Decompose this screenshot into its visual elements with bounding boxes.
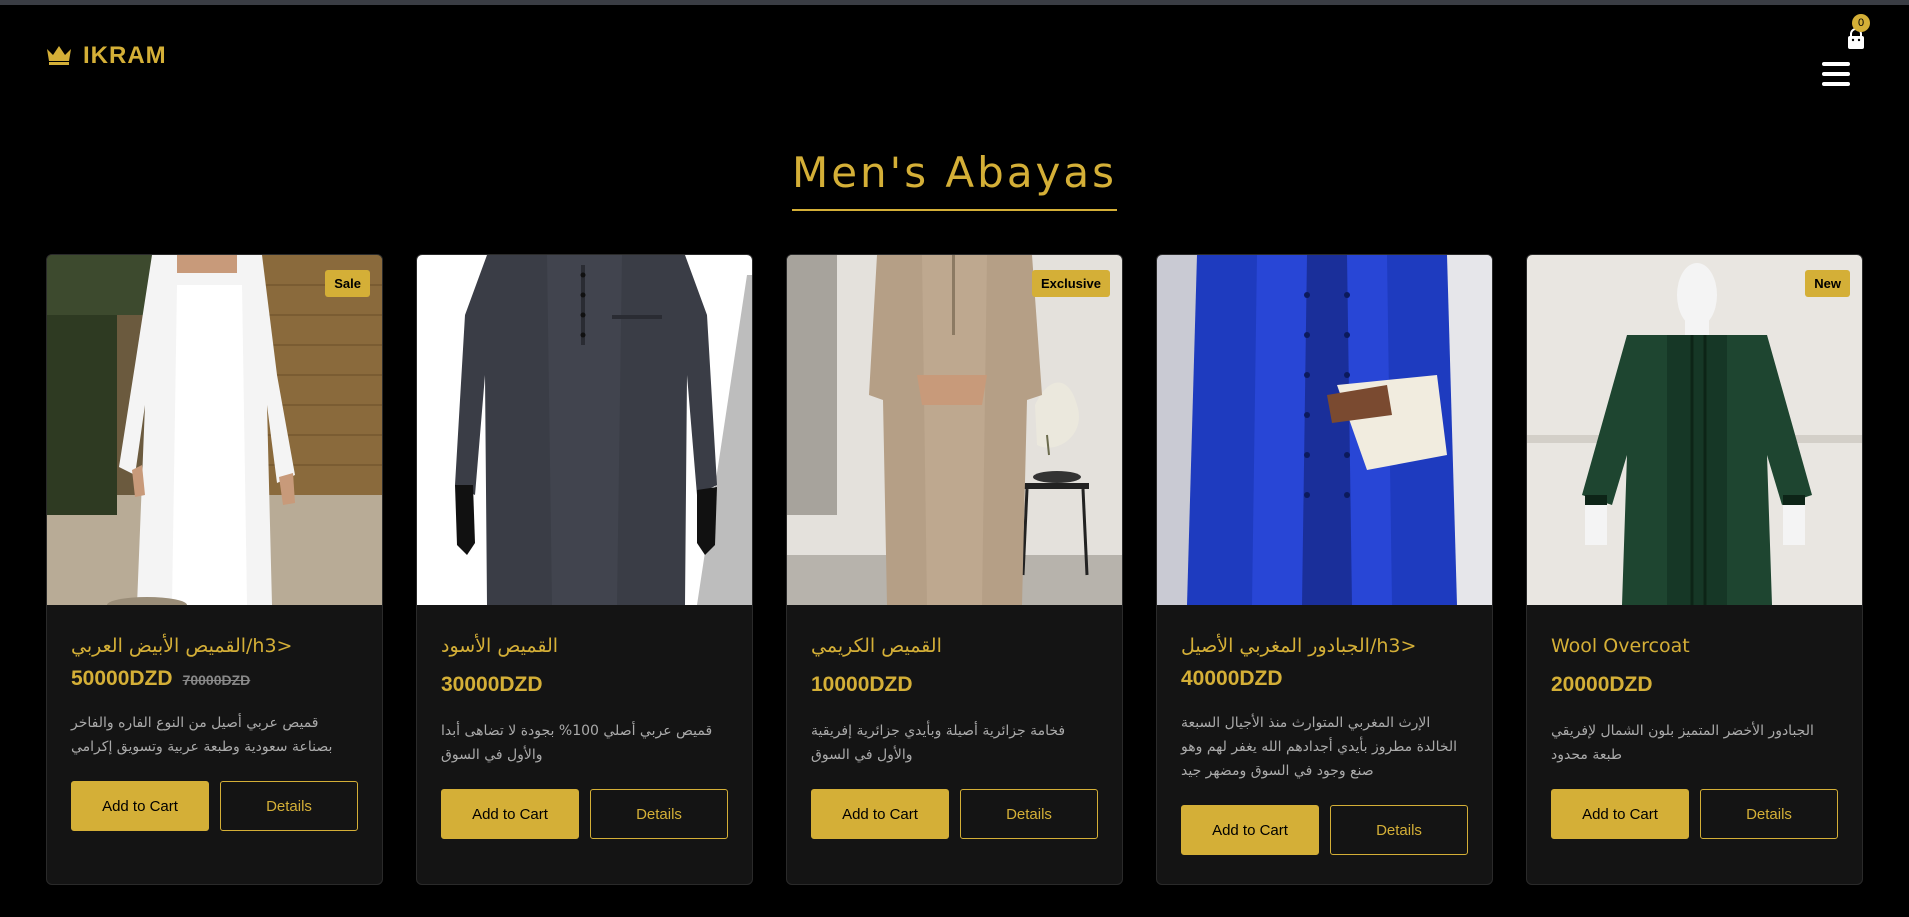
product-price: 50000DZD — [71, 667, 173, 690]
sale-badge: Sale — [325, 270, 370, 297]
product-actions: Add to Cart Details — [441, 789, 728, 839]
page-title: Men's Abayas — [791, 148, 1118, 211]
add-to-cart-button[interactable]: Add to Cart — [71, 781, 209, 831]
product-price: 30000DZD — [441, 673, 543, 696]
new-badge: New — [1805, 270, 1850, 297]
details-button[interactable]: Details — [220, 781, 358, 831]
product-info: الجبادور المغربي الأصيل/h3> 40000DZD الإ… — [1157, 605, 1492, 855]
section-heading-wrap: Men's Abayas — [0, 148, 1909, 211]
price-row: 50000DZD 70000DZD — [71, 667, 358, 691]
details-button[interactable]: Details — [1330, 805, 1468, 855]
product-description: فخامة جزائرية أصيلة وبأيدي جزائرية إفريق… — [811, 723, 1066, 763]
product-actions: Add to Cart Details — [811, 789, 1098, 839]
product-description: قميص عربي أصيل من النوع الفاره والفاخر ب… — [71, 715, 333, 755]
brand-logo[interactable]: IKRAM — [45, 42, 167, 70]
product-actions: Add to Cart Details — [71, 781, 358, 831]
product-card: New Wool Overcoat 20000DZD الجبادور الأخ… — [1526, 254, 1863, 885]
product-info: Wool Overcoat 20000DZD الجبادور الأخضر ا… — [1527, 605, 1862, 839]
product-card: Sale القميص الأبيض العربي/h3> 50000DZD 7… — [46, 254, 383, 885]
menu-bar-middle — [1822, 72, 1850, 76]
product-name[interactable]: القميص الكريمي — [811, 633, 1098, 659]
add-to-cart-button[interactable]: Add to Cart — [811, 789, 949, 839]
product-description: الإرث المغربي المتوارث منذ الأجيال السبع… — [1181, 715, 1458, 779]
details-button[interactable]: Details — [590, 789, 728, 839]
menu-bar-top — [1822, 62, 1850, 66]
product-description: الجبادور الأخضر المتميز بلون الشمال لإفر… — [1551, 723, 1814, 763]
product-actions: Add to Cart Details — [1551, 789, 1838, 839]
add-to-cart-button[interactable]: Add to Cart — [441, 789, 579, 839]
product-info: القميص الأسود 30000DZD قميص عربي أصلي 10… — [417, 605, 752, 839]
add-to-cart-button[interactable]: Add to Cart — [1551, 789, 1689, 839]
product-old-price: 70000DZD — [182, 672, 251, 688]
product-price: 40000DZD — [1181, 667, 1283, 690]
price-row: 10000DZD — [811, 673, 1098, 697]
product-name[interactable]: الجبادور المغربي الأصيل/h3> — [1181, 633, 1468, 659]
shopping-bag-icon — [1843, 28, 1869, 56]
price-row: 30000DZD — [441, 673, 728, 697]
product-image-green-overcoat[interactable]: New — [1527, 255, 1862, 605]
exclusive-badge: Exclusive — [1032, 270, 1110, 297]
product-info: القميص الكريمي 10000DZD فخامة جزائرية أص… — [787, 605, 1122, 839]
product-image-blue-djellaba[interactable] — [1157, 255, 1492, 605]
brand-name: IKRAM — [83, 42, 167, 69]
product-price: 10000DZD — [811, 673, 913, 696]
price-row: 20000DZD — [1551, 673, 1838, 697]
product-image-white-thobe[interactable]: Sale — [47, 255, 382, 605]
product-name[interactable]: القميص الأبيض العربي/h3> — [71, 633, 358, 659]
product-description: قميص عربي أصلي 100% بجودة لا تضاهى أبدا … — [441, 723, 713, 763]
product-image-black-thobe[interactable] — [417, 255, 752, 605]
add-to-cart-button[interactable]: Add to Cart — [1181, 805, 1319, 855]
product-card: القميص الأسود 30000DZD قميص عربي أصلي 10… — [416, 254, 753, 885]
hamburger-menu-icon[interactable] — [1822, 62, 1850, 86]
product-actions: Add to Cart Details — [1181, 805, 1468, 855]
top-border — [0, 0, 1909, 5]
details-button[interactable]: Details — [960, 789, 1098, 839]
cart-count-badge: 0 — [1852, 14, 1870, 32]
product-name[interactable]: Wool Overcoat — [1551, 633, 1838, 659]
details-button[interactable]: Details — [1700, 789, 1838, 839]
product-name[interactable]: القميص الأسود — [441, 633, 728, 659]
product-image-cream-thobe[interactable]: Exclusive — [787, 255, 1122, 605]
menu-bar-bottom — [1822, 82, 1850, 86]
crown-icon — [45, 43, 73, 69]
product-price: 20000DZD — [1551, 673, 1653, 696]
price-row: 40000DZD — [1181, 667, 1468, 691]
product-grid: Sale القميص الأبيض العربي/h3> 50000DZD 7… — [46, 254, 1863, 885]
product-info: القميص الأبيض العربي/h3> 50000DZD 70000D… — [47, 605, 382, 831]
product-card: Exclusive القميص الكريمي 10000DZD فخامة … — [786, 254, 1123, 885]
product-card: الجبادور المغربي الأصيل/h3> 40000DZD الإ… — [1156, 254, 1493, 885]
